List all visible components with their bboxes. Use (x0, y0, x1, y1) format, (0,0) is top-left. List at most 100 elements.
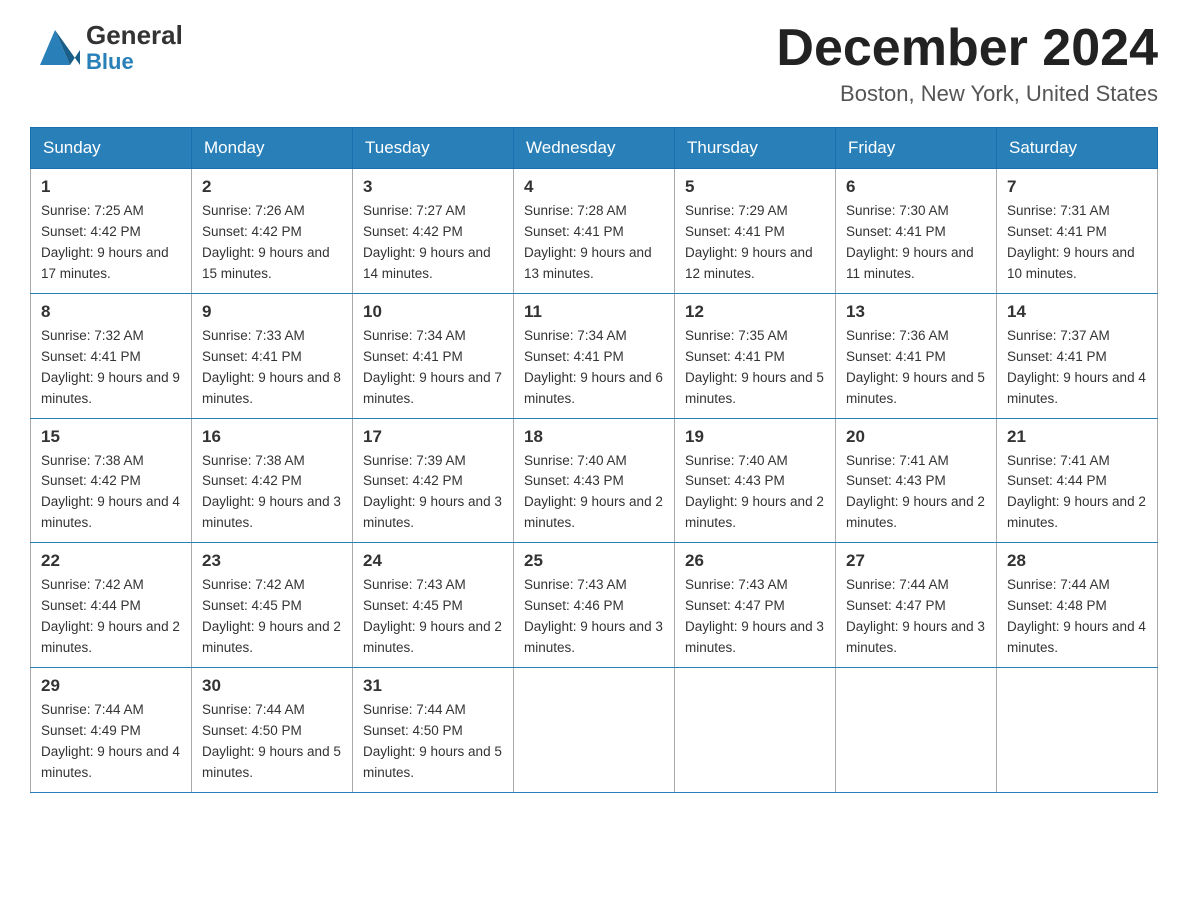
day-info: Sunrise: 7:39 AMSunset: 4:42 PMDaylight:… (363, 451, 503, 535)
calendar-cell: 8 Sunrise: 7:32 AMSunset: 4:41 PMDayligh… (31, 293, 192, 418)
calendar-cell: 13 Sunrise: 7:36 AMSunset: 4:41 PMDaylig… (836, 293, 997, 418)
location-title: Boston, New York, United States (776, 81, 1158, 107)
calendar-cell: 3 Sunrise: 7:27 AMSunset: 4:42 PMDayligh… (353, 169, 514, 294)
calendar-week-row: 8 Sunrise: 7:32 AMSunset: 4:41 PMDayligh… (31, 293, 1158, 418)
calendar-week-row: 29 Sunrise: 7:44 AMSunset: 4:49 PMDaylig… (31, 667, 1158, 792)
day-info: Sunrise: 7:31 AMSunset: 4:41 PMDaylight:… (1007, 201, 1147, 285)
day-number: 25 (524, 551, 664, 571)
calendar-cell: 19 Sunrise: 7:40 AMSunset: 4:43 PMDaylig… (675, 418, 836, 543)
calendar-cell: 11 Sunrise: 7:34 AMSunset: 4:41 PMDaylig… (514, 293, 675, 418)
day-info: Sunrise: 7:41 AMSunset: 4:44 PMDaylight:… (1007, 451, 1147, 535)
calendar-cell (514, 667, 675, 792)
calendar-cell: 12 Sunrise: 7:35 AMSunset: 4:41 PMDaylig… (675, 293, 836, 418)
calendar-cell: 10 Sunrise: 7:34 AMSunset: 4:41 PMDaylig… (353, 293, 514, 418)
day-number: 17 (363, 427, 503, 447)
day-header-tuesday: Tuesday (353, 128, 514, 169)
day-info: Sunrise: 7:37 AMSunset: 4:41 PMDaylight:… (1007, 326, 1147, 410)
day-info: Sunrise: 7:41 AMSunset: 4:43 PMDaylight:… (846, 451, 986, 535)
day-info: Sunrise: 7:34 AMSunset: 4:41 PMDaylight:… (524, 326, 664, 410)
day-info: Sunrise: 7:43 AMSunset: 4:45 PMDaylight:… (363, 575, 503, 659)
day-info: Sunrise: 7:32 AMSunset: 4:41 PMDaylight:… (41, 326, 181, 410)
calendar-cell: 9 Sunrise: 7:33 AMSunset: 4:41 PMDayligh… (192, 293, 353, 418)
day-number: 30 (202, 676, 342, 696)
calendar-cell: 29 Sunrise: 7:44 AMSunset: 4:49 PMDaylig… (31, 667, 192, 792)
calendar-week-row: 15 Sunrise: 7:38 AMSunset: 4:42 PMDaylig… (31, 418, 1158, 543)
day-number: 10 (363, 302, 503, 322)
calendar-cell (836, 667, 997, 792)
day-number: 20 (846, 427, 986, 447)
day-info: Sunrise: 7:43 AMSunset: 4:46 PMDaylight:… (524, 575, 664, 659)
calendar-cell: 15 Sunrise: 7:38 AMSunset: 4:42 PMDaylig… (31, 418, 192, 543)
calendar-cell: 23 Sunrise: 7:42 AMSunset: 4:45 PMDaylig… (192, 543, 353, 668)
day-number: 21 (1007, 427, 1147, 447)
day-header-monday: Monday (192, 128, 353, 169)
day-header-sunday: Sunday (31, 128, 192, 169)
day-number: 7 (1007, 177, 1147, 197)
day-number: 5 (685, 177, 825, 197)
day-number: 8 (41, 302, 181, 322)
logo-blue-text: Blue (86, 50, 183, 74)
day-info: Sunrise: 7:25 AMSunset: 4:42 PMDaylight:… (41, 201, 181, 285)
day-number: 24 (363, 551, 503, 571)
page-header: General Blue December 2024 Boston, New Y… (30, 20, 1158, 107)
day-number: 6 (846, 177, 986, 197)
calendar-cell: 2 Sunrise: 7:26 AMSunset: 4:42 PMDayligh… (192, 169, 353, 294)
calendar-cell: 6 Sunrise: 7:30 AMSunset: 4:41 PMDayligh… (836, 169, 997, 294)
calendar-cell: 25 Sunrise: 7:43 AMSunset: 4:46 PMDaylig… (514, 543, 675, 668)
logo-icon (30, 20, 80, 75)
calendar-cell: 22 Sunrise: 7:42 AMSunset: 4:44 PMDaylig… (31, 543, 192, 668)
day-header-friday: Friday (836, 128, 997, 169)
day-number: 27 (846, 551, 986, 571)
day-number: 15 (41, 427, 181, 447)
day-info: Sunrise: 7:35 AMSunset: 4:41 PMDaylight:… (685, 326, 825, 410)
logo: General Blue (30, 20, 183, 75)
day-number: 13 (846, 302, 986, 322)
day-number: 4 (524, 177, 664, 197)
calendar-week-row: 1 Sunrise: 7:25 AMSunset: 4:42 PMDayligh… (31, 169, 1158, 294)
calendar-cell: 28 Sunrise: 7:44 AMSunset: 4:48 PMDaylig… (997, 543, 1158, 668)
day-header-thursday: Thursday (675, 128, 836, 169)
day-info: Sunrise: 7:28 AMSunset: 4:41 PMDaylight:… (524, 201, 664, 285)
calendar-cell: 20 Sunrise: 7:41 AMSunset: 4:43 PMDaylig… (836, 418, 997, 543)
calendar-cell: 4 Sunrise: 7:28 AMSunset: 4:41 PMDayligh… (514, 169, 675, 294)
day-info: Sunrise: 7:44 AMSunset: 4:47 PMDaylight:… (846, 575, 986, 659)
title-section: December 2024 Boston, New York, United S… (776, 20, 1158, 107)
day-info: Sunrise: 7:33 AMSunset: 4:41 PMDaylight:… (202, 326, 342, 410)
day-number: 9 (202, 302, 342, 322)
calendar-cell: 18 Sunrise: 7:40 AMSunset: 4:43 PMDaylig… (514, 418, 675, 543)
day-number: 11 (524, 302, 664, 322)
calendar-week-row: 22 Sunrise: 7:42 AMSunset: 4:44 PMDaylig… (31, 543, 1158, 668)
logo-general-text: General (86, 21, 183, 50)
day-number: 16 (202, 427, 342, 447)
day-info: Sunrise: 7:44 AMSunset: 4:48 PMDaylight:… (1007, 575, 1147, 659)
day-info: Sunrise: 7:44 AMSunset: 4:50 PMDaylight:… (202, 700, 342, 784)
calendar-cell: 26 Sunrise: 7:43 AMSunset: 4:47 PMDaylig… (675, 543, 836, 668)
day-number: 12 (685, 302, 825, 322)
day-info: Sunrise: 7:43 AMSunset: 4:47 PMDaylight:… (685, 575, 825, 659)
day-number: 1 (41, 177, 181, 197)
day-number: 14 (1007, 302, 1147, 322)
calendar-cell: 14 Sunrise: 7:37 AMSunset: 4:41 PMDaylig… (997, 293, 1158, 418)
day-number: 22 (41, 551, 181, 571)
day-header-wednesday: Wednesday (514, 128, 675, 169)
calendar-header-row: SundayMondayTuesdayWednesdayThursdayFrid… (31, 128, 1158, 169)
day-number: 29 (41, 676, 181, 696)
day-info: Sunrise: 7:42 AMSunset: 4:44 PMDaylight:… (41, 575, 181, 659)
calendar-cell: 5 Sunrise: 7:29 AMSunset: 4:41 PMDayligh… (675, 169, 836, 294)
day-number: 19 (685, 427, 825, 447)
day-info: Sunrise: 7:44 AMSunset: 4:49 PMDaylight:… (41, 700, 181, 784)
calendar-cell: 21 Sunrise: 7:41 AMSunset: 4:44 PMDaylig… (997, 418, 1158, 543)
calendar-table: SundayMondayTuesdayWednesdayThursdayFrid… (30, 127, 1158, 792)
day-number: 31 (363, 676, 503, 696)
calendar-cell: 30 Sunrise: 7:44 AMSunset: 4:50 PMDaylig… (192, 667, 353, 792)
day-info: Sunrise: 7:29 AMSunset: 4:41 PMDaylight:… (685, 201, 825, 285)
day-info: Sunrise: 7:34 AMSunset: 4:41 PMDaylight:… (363, 326, 503, 410)
day-info: Sunrise: 7:40 AMSunset: 4:43 PMDaylight:… (524, 451, 664, 535)
day-info: Sunrise: 7:27 AMSunset: 4:42 PMDaylight:… (363, 201, 503, 285)
month-title: December 2024 (776, 20, 1158, 77)
day-number: 2 (202, 177, 342, 197)
day-number: 28 (1007, 551, 1147, 571)
day-number: 18 (524, 427, 664, 447)
day-header-saturday: Saturday (997, 128, 1158, 169)
day-number: 3 (363, 177, 503, 197)
